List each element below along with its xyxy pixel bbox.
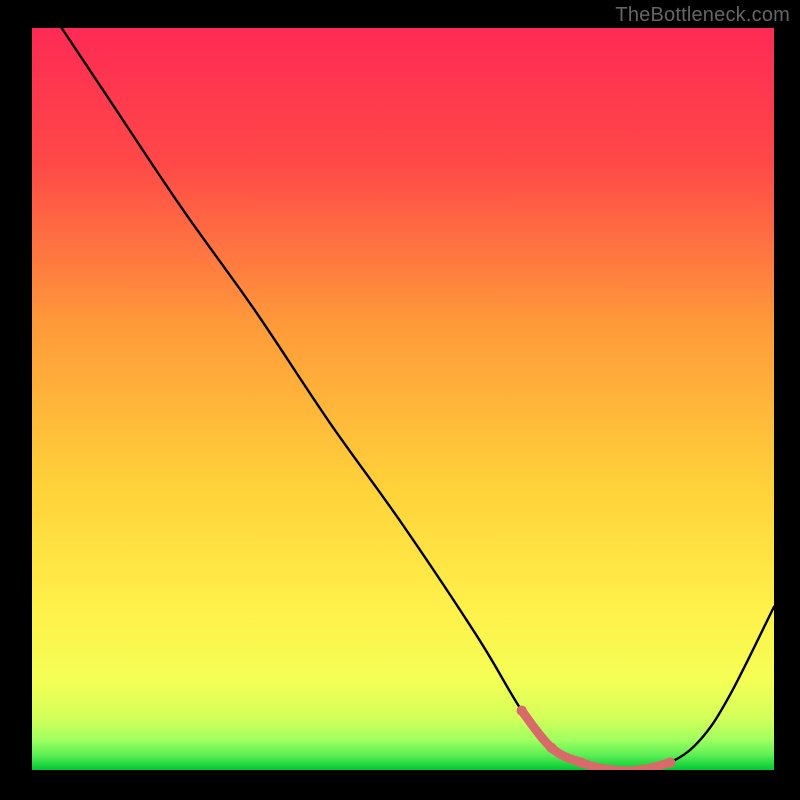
optimal-dot: [665, 757, 675, 767]
plot-area: [32, 28, 774, 770]
chart-svg: [32, 28, 774, 770]
optimal-dot: [517, 705, 527, 715]
chart-frame: TheBottleneck.com: [0, 0, 800, 800]
optimal-dot: [546, 743, 556, 753]
optimal-dot: [576, 757, 586, 767]
gradient-background: [32, 28, 774, 770]
watermark-text: TheBottleneck.com: [615, 4, 790, 27]
